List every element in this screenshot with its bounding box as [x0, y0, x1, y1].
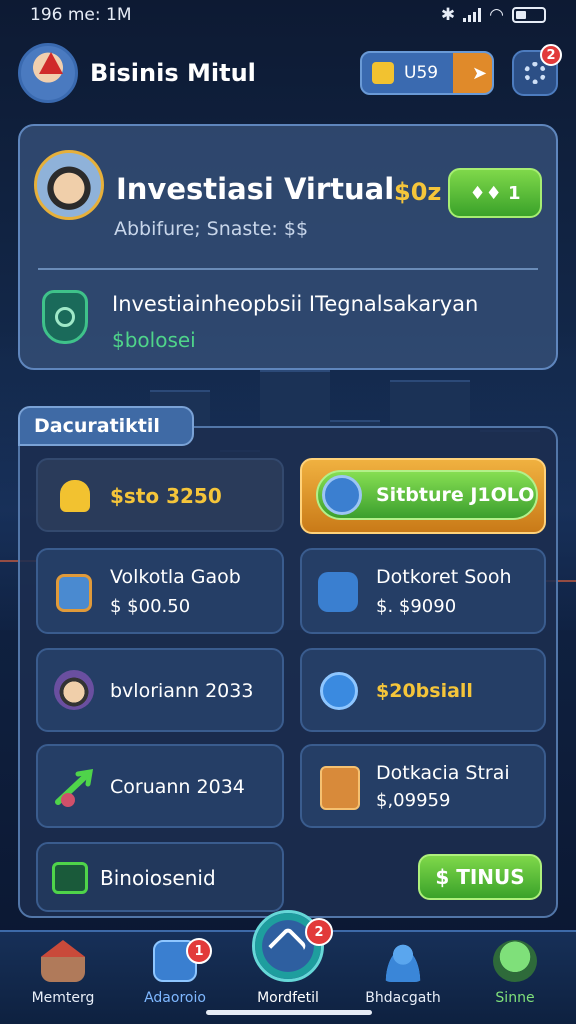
stat-title: $20bsiall	[376, 680, 473, 702]
nav-item-profile[interactable]: Bhdacgath	[348, 940, 458, 1006]
stat-value: $. $9090	[376, 596, 457, 617]
stat-title: Dotkoret Sooh	[376, 566, 512, 588]
chat-icon	[320, 672, 358, 710]
highlight-button[interactable]: Sitbture J1OLO	[316, 470, 538, 520]
nav-label: Bhdacgath	[365, 990, 441, 1006]
stat-tile[interactable]: bvloriann 2033	[36, 648, 284, 732]
highlight-label: Sitbture J1OLO	[376, 484, 535, 506]
dashboard-panel: $sto 3250 Sitbture J1OLO Volkotla Gaob $…	[18, 426, 558, 918]
status-icons: ✱ ◠	[441, 5, 546, 25]
stat-tile[interactable]: Coruann 2034	[36, 744, 284, 828]
currency-display[interactable]: U59 ➤	[360, 51, 494, 95]
nav-badge: 2	[305, 918, 333, 946]
highlight-tile[interactable]: Sitbture J1OLO	[300, 458, 546, 534]
globe-box-icon	[56, 574, 92, 612]
profile-avatar[interactable]	[34, 150, 104, 220]
profile-action-button[interactable]: ♦♦ 1	[448, 168, 542, 218]
stat-tile[interactable]: Volkotla Gaob $ $00.50	[36, 548, 284, 634]
stat-title: Dotkacia Strai	[376, 762, 510, 784]
avatar[interactable]	[18, 43, 78, 103]
stat-title: Volkotla Gaob	[110, 566, 241, 588]
profile-amount: $0z	[394, 178, 442, 206]
investment-info-value: $bolosei	[112, 328, 196, 352]
person-icon	[54, 670, 94, 710]
dashboard-tab[interactable]: Dacuratiktil	[18, 406, 194, 446]
nav-item-center[interactable]: 2 Mordfetil	[233, 910, 343, 1006]
signal-icon	[463, 8, 482, 22]
stat-tile[interactable]: $20bsiall	[300, 648, 546, 732]
home-indicator	[206, 1010, 372, 1015]
settings-button[interactable]: 2	[512, 44, 562, 96]
home-icon	[268, 926, 308, 966]
status-time: 196 me: 1M	[30, 5, 132, 25]
battery-icon	[512, 7, 546, 23]
nav-label: Mordfetil	[257, 990, 319, 1006]
status-bar: 196 me: 1M ✱ ◠	[0, 0, 576, 30]
stat-value: $ $00.50	[110, 596, 191, 617]
house-icon	[41, 940, 85, 982]
balance-value: $sto 3250	[110, 484, 222, 508]
divider	[38, 268, 538, 270]
stat-title: bvloriann 2033	[110, 680, 254, 702]
ring-icon	[318, 572, 358, 612]
notification-badge: 2	[540, 44, 562, 66]
currency-value: U59	[404, 63, 439, 83]
nav-label: Sinne	[495, 990, 535, 1006]
nav-item-reports[interactable]: 1 Adaoroio	[120, 938, 230, 1006]
bluetooth-icon: ✱	[440, 5, 456, 25]
gear-icon	[524, 62, 546, 84]
nav-item-social[interactable]: Sinne	[460, 940, 570, 1006]
stat-tile[interactable]: Dotkoret Sooh $. $9090	[300, 548, 546, 634]
wifi-icon: ◠	[489, 5, 504, 25]
stat-value: $,09959	[376, 790, 451, 811]
profile-title: Investiasi Virtual	[116, 172, 395, 206]
group-icon	[493, 940, 537, 982]
profile-subtitle: Abbifure; Snaste: $$	[114, 218, 309, 240]
nav-badge: 1	[186, 938, 212, 964]
shield-icon	[42, 290, 88, 344]
stat-tile[interactable]: Dotkacia Strai $,09959	[300, 744, 546, 828]
profile-card: Investiasi Virtual Abbifure; Snaste: $$ …	[18, 124, 558, 370]
coin-icon	[372, 62, 394, 84]
stat-title: Coruann 2034	[110, 776, 245, 798]
page-title: Bisinis Mitul	[90, 59, 256, 87]
cash-icon	[52, 862, 88, 894]
app-header: Bisinis Mitul U59 ➤ 2	[18, 40, 562, 106]
arrow-right-icon: ➤	[472, 62, 488, 84]
money-bag-icon	[60, 480, 90, 512]
balance-tile[interactable]: $sto 3250	[36, 458, 284, 532]
document-icon	[320, 766, 360, 810]
growth-arrow-icon	[54, 768, 96, 808]
nav-label: Adaoroio	[144, 990, 206, 1006]
investment-info-title: Investiainheopbsii ITegnalsakaryan	[112, 292, 479, 316]
nav-item-home[interactable]: Memterg	[8, 940, 118, 1006]
bottom-info-tile[interactable]: Binoiosenid	[36, 842, 284, 912]
compass-icon	[322, 475, 362, 515]
user-icon	[381, 940, 425, 982]
status-button[interactable]: $ TINUS	[418, 854, 542, 900]
bottom-info-label: Binoiosenid	[100, 866, 216, 890]
nav-label: Memterg	[31, 990, 95, 1006]
